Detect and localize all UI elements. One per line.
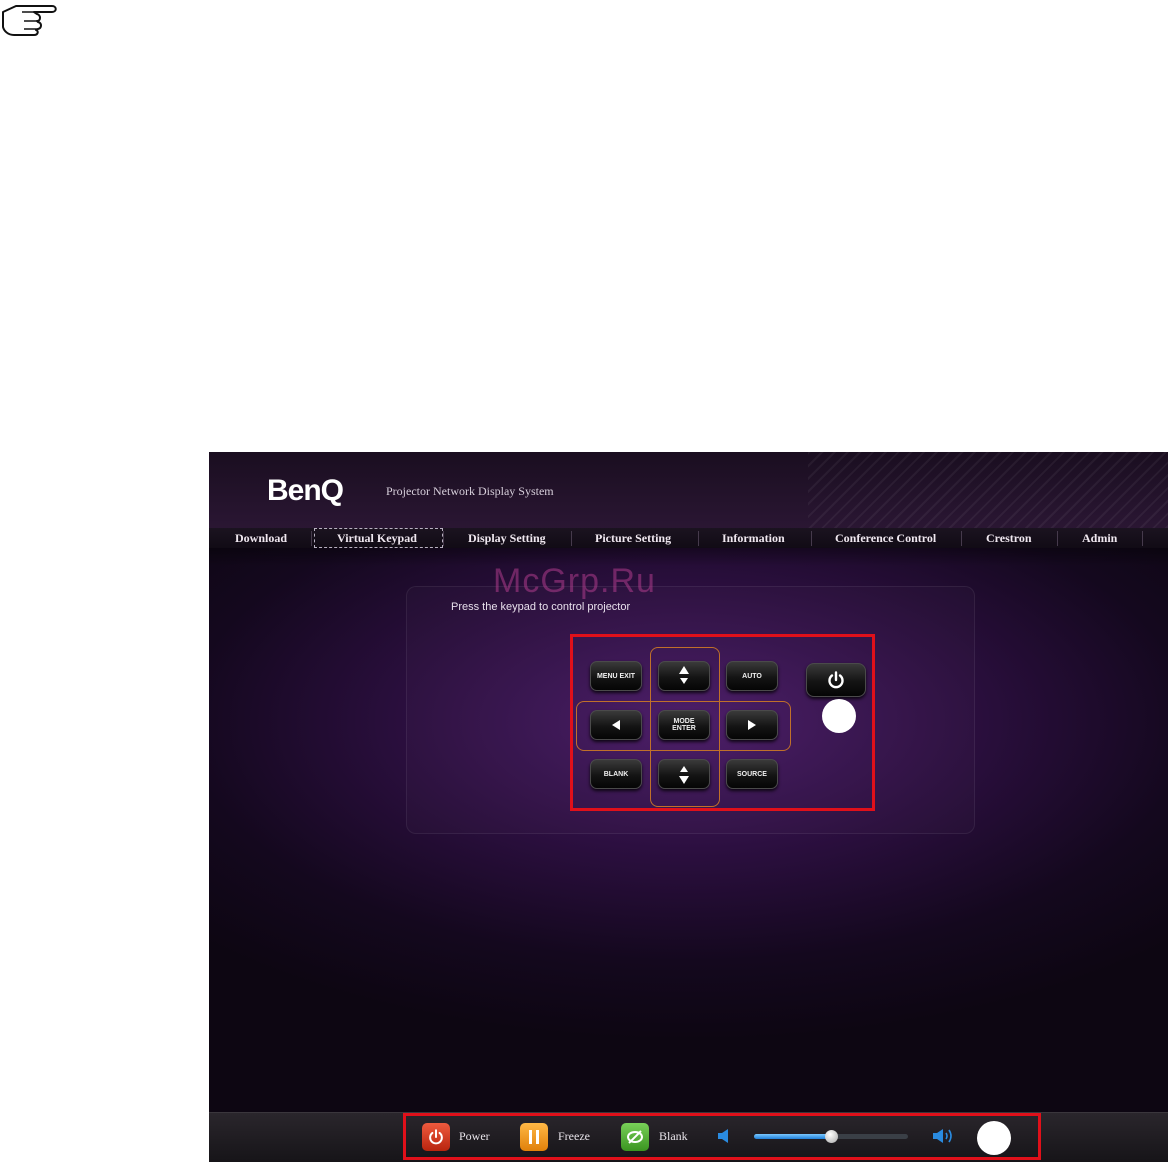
- nav-separator: [811, 531, 812, 546]
- volume-up-icon[interactable]: [932, 1127, 956, 1145]
- blank-screen-icon: [627, 1130, 643, 1144]
- pause-icon: [529, 1130, 539, 1144]
- volume-slider-fill: [754, 1134, 831, 1139]
- keypad-instruction: Press the keypad to control projector: [451, 601, 631, 613]
- quick-power-button[interactable]: [422, 1123, 450, 1151]
- nav-separator: [1057, 531, 1058, 546]
- down-button[interactable]: [658, 759, 710, 789]
- power-icon: [828, 671, 844, 689]
- up-arrow-icon: [679, 666, 689, 684]
- right-button[interactable]: [726, 710, 778, 740]
- nav-separator: [571, 531, 572, 546]
- nav-bar: Download Virtual Keypad Display Setting …: [209, 528, 1168, 548]
- callout-marker-1: [822, 699, 856, 733]
- quick-blank-label: Blank: [659, 1129, 688, 1143]
- nav-item-conference-control[interactable]: Conference Control: [835, 528, 936, 548]
- nav-separator: [1142, 531, 1143, 546]
- menu-exit-button[interactable]: MENU EXIT: [590, 661, 642, 691]
- down-arrow-icon: [679, 766, 689, 784]
- quick-freeze-button[interactable]: [520, 1123, 548, 1151]
- volume-slider-knob[interactable]: [825, 1130, 838, 1143]
- callout-marker-2: [977, 1121, 1011, 1155]
- watermark: McGrp.Ru: [493, 562, 656, 600]
- nav-item-information[interactable]: Information: [722, 528, 785, 548]
- source-button[interactable]: SOURCE: [726, 759, 778, 789]
- mode-enter-button[interactable]: MODE ENTER: [658, 710, 710, 740]
- up-button[interactable]: [658, 661, 710, 691]
- nav-item-virtual-keypad[interactable]: Virtual Keypad: [337, 528, 417, 548]
- app-subtitle: Projector Network Display System: [386, 484, 554, 498]
- nav-item-download[interactable]: Download: [235, 528, 287, 548]
- auto-button[interactable]: AUTO: [726, 661, 778, 691]
- pointing-hand-icon: [2, 5, 57, 36]
- nav-item-picture-setting[interactable]: Picture Setting: [595, 528, 671, 548]
- nav-separator: [311, 531, 312, 546]
- power-icon: [429, 1129, 443, 1145]
- volume-down-icon[interactable]: [717, 1128, 731, 1144]
- nav-item-admin[interactable]: Admin: [1082, 528, 1117, 548]
- header: BenQ Projector Network Display System: [209, 452, 1168, 528]
- benq-logo: BenQ: [267, 474, 344, 507]
- power-button[interactable]: [806, 663, 866, 697]
- nav-item-crestron[interactable]: Crestron: [986, 528, 1032, 548]
- left-button[interactable]: [590, 710, 642, 740]
- nav-separator: [961, 531, 962, 546]
- projector-web-ui: BenQ Projector Network Display System Do…: [209, 452, 1168, 1162]
- nav-shadow: [209, 548, 1168, 566]
- quick-power-label: Power: [459, 1129, 490, 1143]
- nav-separator: [443, 531, 444, 546]
- blank-button[interactable]: BLANK: [590, 759, 642, 789]
- volume-slider[interactable]: [754, 1130, 908, 1143]
- nav-item-display-setting[interactable]: Display Setting: [468, 528, 546, 548]
- nav-separator: [698, 531, 699, 546]
- right-arrow-icon: [748, 720, 756, 730]
- left-arrow-icon: [612, 720, 620, 730]
- quick-freeze-label: Freeze: [558, 1129, 590, 1143]
- quick-blank-button[interactable]: [621, 1123, 649, 1151]
